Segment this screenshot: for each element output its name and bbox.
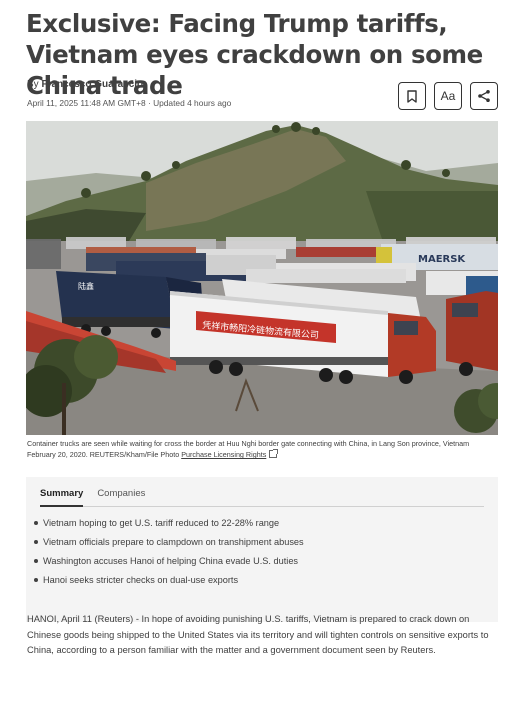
tab-companies[interactable]: Companies: [97, 485, 145, 507]
external-link-icon: [269, 449, 279, 458]
bookmark-button[interactable]: [398, 82, 426, 110]
byline: By Francesco Guarascio: [27, 79, 143, 90]
share-icon: [478, 90, 490, 102]
summary-box: Summary Companies Vietnam hoping to get …: [26, 477, 498, 622]
summary-bullet: Vietnam hoping to get U.S. tariff reduce…: [34, 517, 304, 536]
share-button[interactable]: [470, 82, 498, 110]
article-photo[interactable]: MAERSK MAERSK 陆鑫 凭祥市畅阳冷链物流有限公司: [26, 121, 498, 435]
article-body-paragraph: HANOI, April 11 (Reuters) - In hope of a…: [27, 614, 489, 655]
summary-bullet: Washington accuses Hanoi of helping Chin…: [34, 555, 304, 574]
dateline: April 11, 2025 11:48 AM GMT+8 · Updated …: [27, 98, 232, 108]
summary-bullets: Vietnam hoping to get U.S. tariff reduce…: [34, 517, 304, 593]
summary-bullet: Vietnam officials prepare to clampdown o…: [34, 536, 304, 555]
byline-prefix: By: [27, 79, 42, 90]
text-size-button[interactable]: Aa: [434, 82, 462, 110]
author-link[interactable]: Francesco Guarascio: [41, 79, 143, 90]
photo-truck-brand: 陆鑫: [78, 281, 94, 291]
bookmark-icon: [407, 89, 417, 103]
purchase-licensing-link[interactable]: Purchase Licensing Rights: [181, 450, 266, 459]
summary-bullet: Hanoi seeks stricter checks on dual-use …: [34, 574, 304, 593]
photo-maersk-label: MAERSK: [418, 254, 466, 265]
summary-tabs: Summary Companies: [40, 485, 484, 507]
photo-caption: Container trucks are seen while waiting …: [27, 438, 499, 460]
tab-summary[interactable]: Summary: [40, 485, 84, 507]
article-tools: Aa: [398, 82, 498, 110]
